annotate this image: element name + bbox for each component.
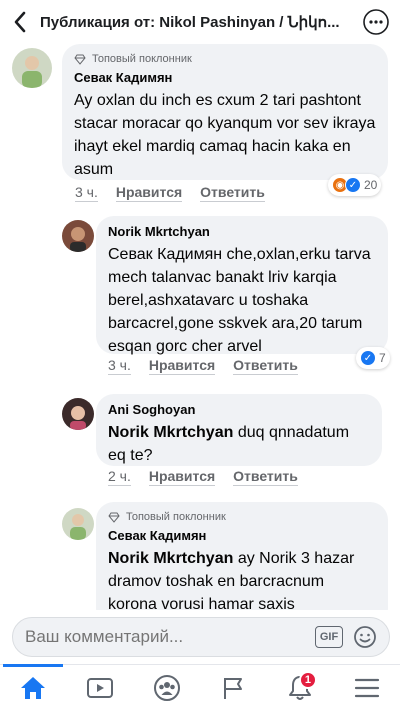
diamond-icon — [108, 512, 120, 523]
gif-button[interactable]: GIF — [315, 626, 343, 648]
notification-badge: 1 — [298, 671, 317, 689]
menu-icon — [354, 678, 379, 698]
top-fan-badge: Топовый поклонник — [74, 52, 376, 66]
reactions-count: 20 — [364, 178, 378, 192]
comment-text: Севак Кадимян che,oxlan,erku tarva mech … — [108, 246, 371, 355]
more-options-button[interactable] — [362, 8, 390, 36]
flag-icon — [224, 678, 243, 699]
video-icon — [86, 678, 113, 698]
tab-notifications[interactable]: 1 — [280, 668, 320, 708]
more-horizontal-icon — [363, 9, 389, 35]
avatar[interactable] — [62, 398, 94, 430]
comment-text: Norik Mkrtchyan ay Norik 3 hazar dramov … — [108, 550, 355, 610]
reply-button[interactable]: Ответить — [233, 357, 298, 375]
bottom-tab-bar: 1 — [0, 664, 400, 711]
like-button[interactable]: Нравится — [115, 184, 183, 202]
page-title: Публикация от: Nikol Pashinyan / Նիկո... — [40, 14, 340, 31]
comment-actions: 3 ч. Нравится Ответить — [108, 357, 298, 375]
comment-time[interactable]: 3 ч. — [108, 357, 131, 375]
avatar[interactable] — [62, 220, 94, 252]
groups-icon — [153, 675, 180, 701]
comment-bubble: Ani Soghoyan Norik Mkrtchyan duq qnnadat… — [96, 394, 382, 466]
comment-bubble: Топовый поклонник Севак Кадимян Ay oxlan… — [62, 44, 388, 180]
reactions-summary[interactable]: ✓ 7 — [356, 347, 390, 369]
comment-time[interactable]: 2 ч. — [108, 468, 131, 486]
like-icon: ✓ — [360, 350, 376, 366]
top-fan-badge: Топовый поклонник — [108, 510, 376, 524]
home-icon — [21, 677, 46, 699]
comment-bubble: Norik Mkrtchyan Севак Кадимян che,oxlan,… — [96, 216, 388, 355]
comment-text: Ay oxlan du inch es cxum 2 tari pashtont… — [74, 92, 376, 178]
reactions-summary[interactable]: ◉ ✓ 20 — [328, 174, 382, 196]
reply-button[interactable]: Ответить — [200, 184, 265, 202]
chevron-left-icon — [14, 11, 26, 33]
avatar[interactable] — [62, 508, 94, 540]
tab-menu[interactable] — [347, 668, 387, 708]
comment-author[interactable]: Ani Soghoyan — [108, 402, 370, 418]
like-icon: ✓ — [345, 177, 361, 193]
comment-input-box: GIF — [12, 617, 390, 657]
diamond-icon — [74, 54, 86, 65]
tab-home[interactable] — [3, 664, 64, 708]
mention-link[interactable]: Norik Mkrtchyan — [108, 424, 233, 441]
comment-composer: GIF — [0, 610, 400, 664]
comments-feed[interactable]: Топовый поклонник Севак Кадимян Ay oxlan… — [0, 44, 400, 610]
comment-time[interactable]: 3 ч. — [75, 184, 98, 202]
comment-text: Norik Mkrtchyan duq qnnadatum eq te? — [108, 424, 350, 464]
reply-button[interactable]: Ответить — [233, 468, 298, 486]
tab-groups[interactable] — [147, 668, 187, 708]
top-bar: Публикация от: Nikol Pashinyan / Նիկո... — [0, 0, 400, 44]
comment-actions: 3 ч. Нравится Ответить — [75, 184, 265, 202]
like-button[interactable]: Нравится — [148, 357, 216, 375]
comment-input[interactable] — [13, 627, 315, 647]
comment-author[interactable]: Norik Mkrtchyan — [108, 224, 376, 240]
like-button[interactable]: Нравится — [148, 468, 216, 486]
comment-actions: 2 ч. Нравится Ответить — [108, 468, 298, 486]
comment-author[interactable]: Севак Кадимян — [108, 528, 376, 544]
avatar[interactable] — [12, 48, 52, 88]
back-button[interactable] — [0, 0, 40, 44]
comment-author[interactable]: Севак Кадимян — [74, 70, 376, 86]
emoji-icon[interactable] — [353, 625, 377, 649]
comment-bubble: Топовый поклонник Севак Кадимян Norik Mk… — [96, 502, 388, 610]
reactions-count: 7 — [379, 351, 386, 365]
mention-link[interactable]: Norik Mkrtchyan — [108, 550, 233, 567]
tab-watch[interactable] — [80, 668, 120, 708]
tab-pages[interactable] — [213, 668, 253, 708]
